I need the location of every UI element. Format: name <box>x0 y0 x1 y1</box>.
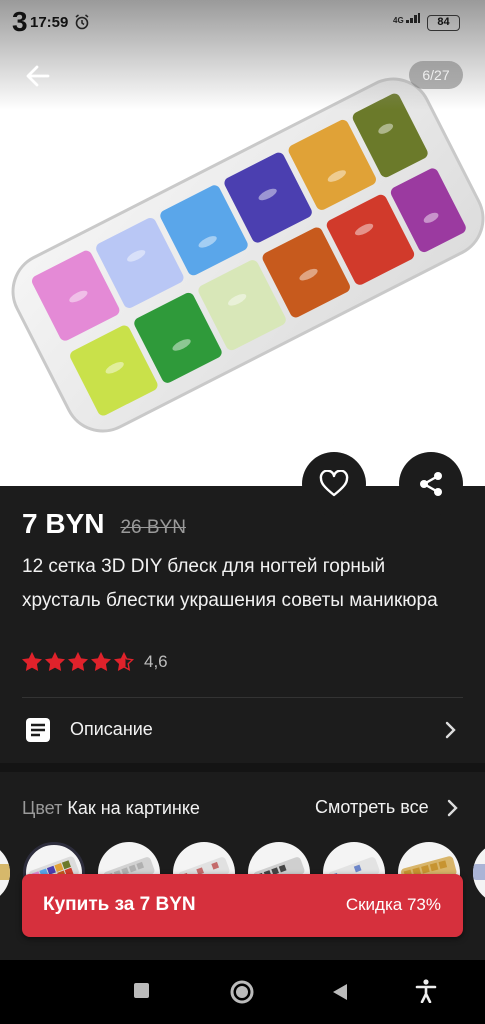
circle-icon <box>230 980 254 1004</box>
status-bar: 3 17:59 4G 84 <box>0 0 485 44</box>
alarm-icon <box>74 14 90 35</box>
network-indicator: 4G <box>393 13 420 25</box>
home-button[interactable] <box>229 979 255 1010</box>
star-icon <box>114 652 134 671</box>
status-time: 17:59 <box>30 14 69 31</box>
rating-row[interactable]: 4,6 <box>22 652 168 672</box>
color-label: Цвет Как на картинке <box>22 798 200 819</box>
buy-label: Купить за 7 BYN <box>43 894 196 915</box>
chevron-right-icon <box>446 798 460 823</box>
description-label: Описание <box>70 719 153 739</box>
color-label-text: Цвет <box>22 798 63 818</box>
accessibility-icon <box>415 979 437 1004</box>
variant-thumbnail[interactable] <box>473 842 485 904</box>
system-navigation-bar <box>0 960 485 1024</box>
back-button[interactable] <box>22 60 54 92</box>
rating-stars <box>22 652 134 672</box>
back-nav-button[interactable] <box>331 982 349 1007</box>
favorite-button[interactable] <box>302 452 366 516</box>
document-icon <box>25 717 51 748</box>
discount-label: Скидка 73% <box>345 895 441 914</box>
gallery-counter: 6/27 <box>409 61 463 89</box>
arrow-left-icon <box>26 65 50 87</box>
price-row: 7 BYN 26 BYN <box>22 508 186 540</box>
share-icon <box>420 472 442 496</box>
buy-button[interactable]: Купить за 7 BYN Скидка 73% <box>22 874 463 937</box>
old-price: 26 BYN <box>120 517 186 538</box>
see-all-link[interactable]: Смотреть все <box>315 797 429 818</box>
color-value: Как на картинке <box>67 798 200 818</box>
star-icon <box>45 652 65 671</box>
current-price: 7 BYN <box>22 508 105 539</box>
square-icon <box>134 983 149 998</box>
share-button[interactable] <box>399 452 463 516</box>
heart-icon <box>319 470 349 497</box>
network-type: 4G <box>393 16 404 25</box>
signal-icon <box>405 13 420 23</box>
star-icon <box>91 652 111 671</box>
star-icon <box>22 652 42 671</box>
section-separator <box>0 763 485 772</box>
color-row: Цвет Как на картинке Смотреть все <box>0 790 485 826</box>
chevron-right-icon <box>444 720 458 745</box>
recents-button[interactable] <box>133 982 151 1005</box>
star-icon <box>68 652 88 671</box>
triangle-icon <box>333 984 347 1000</box>
notification-digit: 3 <box>12 6 28 37</box>
description-row[interactable]: Описание <box>0 700 485 760</box>
rating-value: 4,6 <box>144 652 168 671</box>
battery-indicator: 84 <box>427 15 460 31</box>
variant-thumbnail[interactable] <box>0 842 10 904</box>
accessibility-button[interactable] <box>415 979 437 1008</box>
divider <box>22 697 463 698</box>
product-title: 12 сетка 3D DIY блеск для ногтей горный … <box>22 556 438 611</box>
